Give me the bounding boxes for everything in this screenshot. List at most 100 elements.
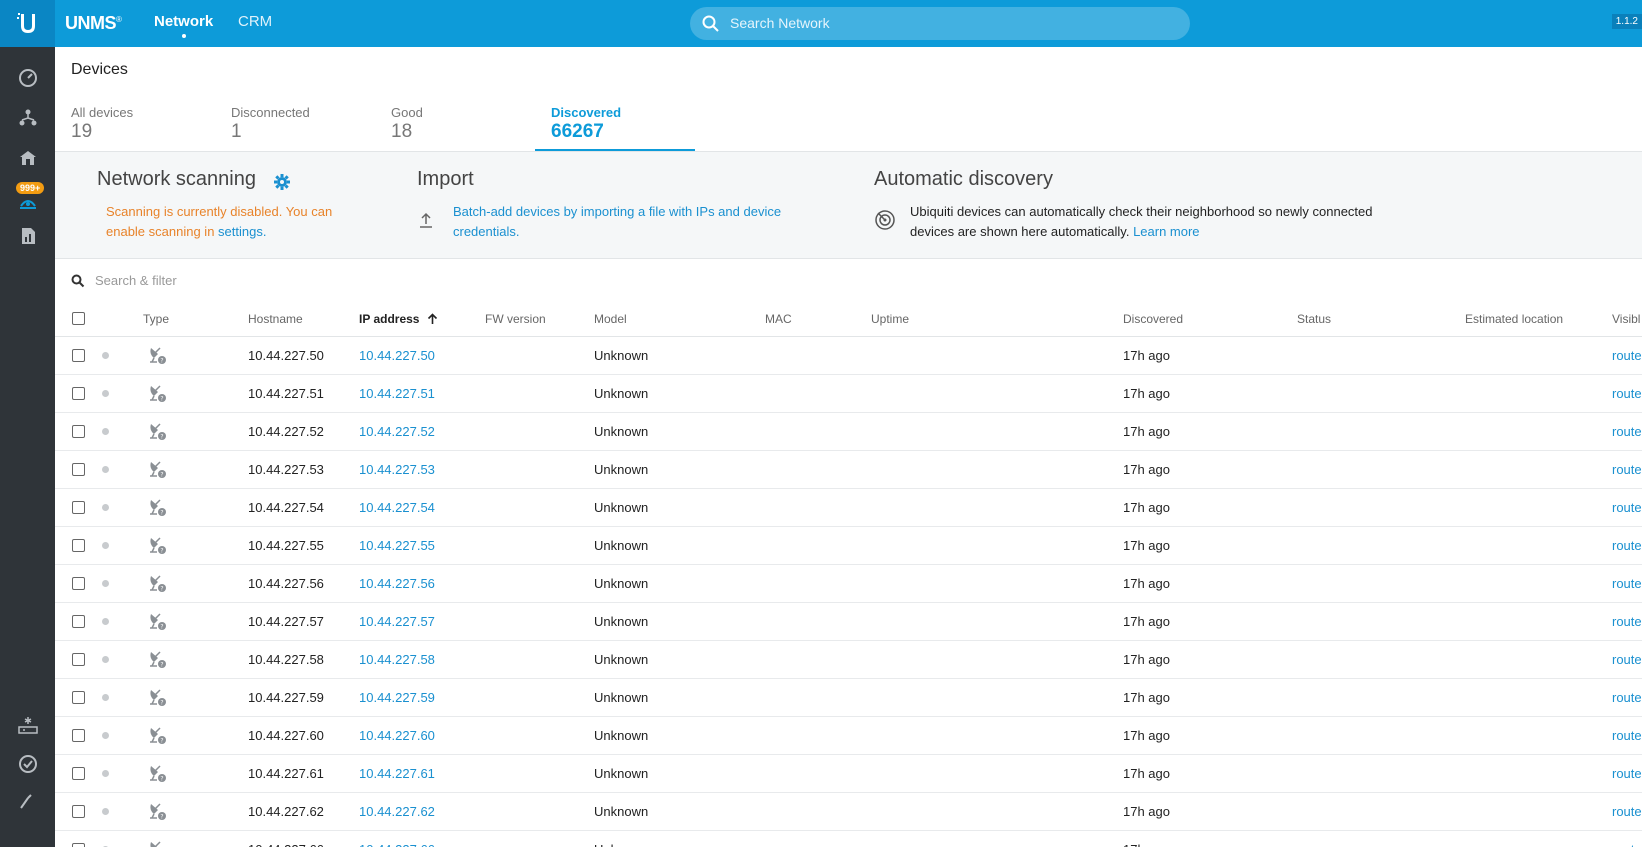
column-discovered[interactable]: Discovered bbox=[1123, 312, 1183, 326]
visible-by-link[interactable]: route bbox=[1612, 348, 1642, 363]
visible-by-link[interactable]: route bbox=[1612, 576, 1642, 591]
visible-by-link[interactable]: route bbox=[1612, 386, 1642, 401]
reports-icon[interactable] bbox=[17, 225, 39, 247]
gear-icon[interactable] bbox=[273, 173, 291, 195]
settings-link[interactable]: settings. bbox=[218, 224, 266, 239]
column-type[interactable]: Type bbox=[143, 312, 169, 326]
ip-address-link[interactable]: 10.44.227.56 bbox=[359, 576, 435, 591]
discovered-cell: 17h ago bbox=[1123, 462, 1170, 477]
ip-address-link[interactable]: 10.44.227.51 bbox=[359, 386, 435, 401]
table-row[interactable]: ? 10.44.227.52 10.44.227.52 Unknown 17h ago r… bbox=[55, 413, 1642, 451]
column-uptime[interactable]: Uptime bbox=[871, 312, 909, 326]
ip-address-link[interactable]: 10.44.227.62 bbox=[359, 804, 435, 819]
search-filter-input[interactable] bbox=[95, 270, 595, 290]
ip-address-link[interactable]: 10.44.227.60 bbox=[359, 728, 435, 743]
tab-discovered[interactable]: Discovered 66267 bbox=[551, 105, 711, 147]
table-row[interactable]: ? 10.44.227.66 10.44.227.66 Unknown 17h ago r… bbox=[55, 831, 1642, 847]
unknown-device-icon: ? bbox=[147, 801, 167, 825]
row-checkbox[interactable] bbox=[72, 691, 85, 704]
row-checkbox[interactable] bbox=[72, 501, 85, 514]
row-checkbox[interactable] bbox=[72, 767, 85, 780]
visible-by-link[interactable]: route bbox=[1612, 652, 1642, 667]
visible-by-link[interactable]: route bbox=[1612, 728, 1642, 743]
ubiquiti-logo-icon[interactable] bbox=[0, 0, 55, 47]
table-row[interactable]: ? 10.44.227.58 10.44.227.58 Unknown 17h ago r… bbox=[55, 641, 1642, 679]
nav-tab-crm[interactable]: CRM bbox=[238, 13, 272, 30]
table-row[interactable]: ? 10.44.227.55 10.44.227.55 Unknown 17h ago r… bbox=[55, 527, 1642, 565]
visible-by-link[interactable]: route bbox=[1612, 500, 1642, 515]
column-ip-address[interactable]: IP address bbox=[359, 312, 438, 328]
ip-address-link[interactable]: 10.44.227.66 bbox=[359, 842, 435, 847]
visible-by-link[interactable]: route bbox=[1612, 462, 1642, 477]
table-row[interactable]: ? 10.44.227.50 10.44.227.50 Unknown 17h ago r… bbox=[55, 337, 1642, 375]
column-fw-version[interactable]: FW version bbox=[485, 312, 546, 326]
svg-text:?: ? bbox=[160, 548, 163, 555]
ip-address-link[interactable]: 10.44.227.50 bbox=[359, 348, 435, 363]
column-status[interactable]: Status bbox=[1297, 312, 1331, 326]
row-checkbox[interactable] bbox=[72, 805, 85, 818]
ip-address-link[interactable]: 10.44.227.59 bbox=[359, 690, 435, 705]
row-checkbox[interactable] bbox=[72, 463, 85, 476]
table-row[interactable]: ? 10.44.227.56 10.44.227.56 Unknown 17h ago r… bbox=[55, 565, 1642, 603]
settings-icon[interactable] bbox=[17, 789, 39, 811]
sites-icon[interactable] bbox=[17, 147, 39, 169]
discovery-info-panel: Network scanning Scanning is currently d… bbox=[55, 151, 1642, 259]
row-checkbox[interactable] bbox=[72, 615, 85, 628]
column-estimated-location[interactable]: Estimated location bbox=[1465, 312, 1563, 326]
sort-ascending-icon bbox=[427, 313, 438, 328]
tab-all-devices[interactable]: All devices 19 bbox=[71, 105, 231, 147]
column-hostname[interactable]: Hostname bbox=[248, 312, 303, 326]
row-checkbox[interactable] bbox=[72, 729, 85, 742]
row-checkbox[interactable] bbox=[72, 653, 85, 666]
table-row[interactable]: ? 10.44.227.61 10.44.227.61 Unknown 17h ago r… bbox=[55, 755, 1642, 793]
network-search-input[interactable] bbox=[730, 13, 1170, 33]
table-row[interactable]: ? 10.44.227.59 10.44.227.59 Unknown 17h ago r… bbox=[55, 679, 1642, 717]
visible-by-link[interactable]: route bbox=[1612, 842, 1642, 847]
visible-by-link[interactable]: route bbox=[1612, 766, 1642, 781]
row-checkbox[interactable] bbox=[72, 539, 85, 552]
tasks-icon[interactable] bbox=[17, 753, 39, 775]
ip-address-link[interactable]: 10.44.227.57 bbox=[359, 614, 435, 629]
row-checkbox[interactable] bbox=[72, 843, 85, 847]
learn-more-link[interactable]: Learn more bbox=[1133, 224, 1199, 239]
ip-address-link[interactable]: 10.44.227.54 bbox=[359, 500, 435, 515]
brand-logo[interactable]: UNMS® bbox=[65, 13, 122, 34]
batch-import-link[interactable]: Batch-add devices by importing a file wi… bbox=[453, 202, 781, 242]
ip-address-link[interactable]: 10.44.227.52 bbox=[359, 424, 435, 439]
visible-by-link[interactable]: route bbox=[1612, 614, 1642, 629]
row-checkbox[interactable] bbox=[72, 425, 85, 438]
tab-good[interactable]: Good 18 bbox=[391, 105, 551, 147]
table-row[interactable]: ? 10.44.227.57 10.44.227.57 Unknown 17h ago r… bbox=[55, 603, 1642, 641]
dashboard-icon[interactable] bbox=[17, 67, 39, 89]
column-model[interactable]: Model bbox=[594, 312, 627, 326]
column-mac[interactable]: MAC bbox=[765, 312, 792, 326]
ip-address-link[interactable]: 10.44.227.53 bbox=[359, 462, 435, 477]
search-filter[interactable] bbox=[71, 269, 671, 293]
unknown-device-icon: ? bbox=[147, 763, 167, 787]
model-cell: Unknown bbox=[594, 842, 648, 847]
table-row[interactable]: ? 10.44.227.51 10.44.227.51 Unknown 17h ago r… bbox=[55, 375, 1642, 413]
select-all-checkbox[interactable] bbox=[72, 312, 85, 325]
ip-address-link[interactable]: 10.44.227.58 bbox=[359, 652, 435, 667]
ip-address-link[interactable]: 10.44.227.61 bbox=[359, 766, 435, 781]
column-visible[interactable]: Visibl bbox=[1612, 312, 1640, 326]
row-checkbox[interactable] bbox=[72, 577, 85, 590]
table-row[interactable]: ? 10.44.227.53 10.44.227.53 Unknown 17h ago r… bbox=[55, 451, 1642, 489]
topology-icon[interactable] bbox=[17, 107, 39, 129]
unknown-device-icon: ? bbox=[147, 839, 167, 847]
table-row[interactable]: ? 10.44.227.62 10.44.227.62 Unknown 17h ago r… bbox=[55, 793, 1642, 831]
network-search[interactable] bbox=[690, 7, 1190, 40]
tab-disconnected[interactable]: Disconnected 1 bbox=[231, 105, 391, 147]
visible-by-link[interactable]: route bbox=[1612, 538, 1642, 553]
visible-by-link[interactable]: route bbox=[1612, 804, 1642, 819]
visible-by-link[interactable]: route bbox=[1612, 424, 1642, 439]
table-row[interactable]: ? 10.44.227.54 10.44.227.54 Unknown 17h ago r… bbox=[55, 489, 1642, 527]
visible-by-link[interactable]: route bbox=[1612, 690, 1642, 705]
discovery-icon[interactable] bbox=[17, 715, 39, 737]
nav-tab-network[interactable]: Network bbox=[154, 13, 213, 38]
ip-address-link[interactable]: 10.44.227.55 bbox=[359, 538, 435, 553]
row-checkbox[interactable] bbox=[72, 349, 85, 362]
model-cell: Unknown bbox=[594, 538, 649, 553]
table-row[interactable]: ? 10.44.227.60 10.44.227.60 Unknown 17h ago r… bbox=[55, 717, 1642, 755]
row-checkbox[interactable] bbox=[72, 387, 85, 400]
